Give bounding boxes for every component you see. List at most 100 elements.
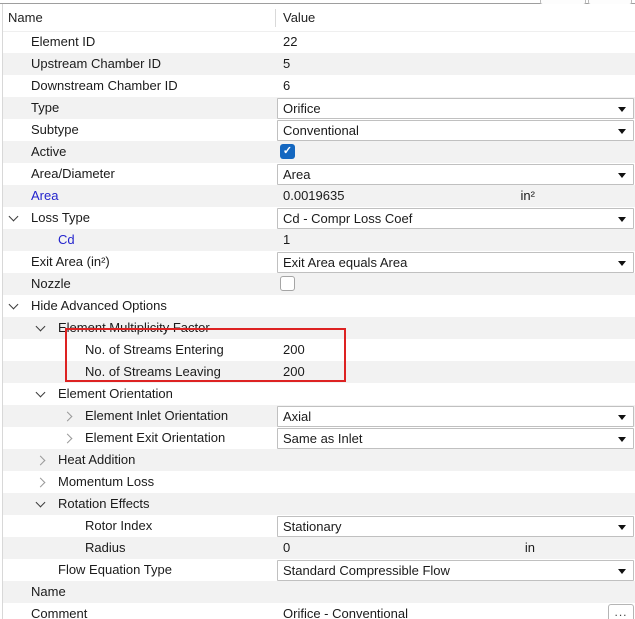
property-name-label: Cd bbox=[58, 229, 75, 251]
row-heat-addition: Heat Addition bbox=[3, 449, 635, 471]
dropdown-caret-icon[interactable] bbox=[618, 437, 626, 442]
name-cell: Element Orientation bbox=[3, 383, 277, 405]
chevron-right-icon[interactable] bbox=[36, 478, 46, 488]
value-cell: Axial bbox=[277, 405, 635, 427]
dropdown-caret-icon[interactable] bbox=[618, 173, 626, 178]
dropdown-selected-value: Cd - Compr Loss Coef bbox=[283, 209, 412, 228]
chevron-right-icon[interactable] bbox=[63, 412, 73, 422]
value-element-id[interactable]: 22 bbox=[283, 31, 297, 53]
column-divider[interactable] bbox=[275, 9, 276, 27]
name-cell: Comment bbox=[3, 603, 277, 619]
row-element-inlet-orientation: Element Inlet OrientationAxial bbox=[3, 405, 635, 427]
chevron-right-icon[interactable] bbox=[36, 456, 46, 466]
dropdown-caret-icon[interactable] bbox=[618, 569, 626, 574]
dropdown-selected-value: Stationary bbox=[283, 517, 342, 536]
value-no-of-streams-entering[interactable]: 200 bbox=[283, 339, 305, 361]
value-cell: 6 bbox=[277, 75, 635, 97]
value-downstream-chamber-id[interactable]: 6 bbox=[283, 75, 290, 97]
name-cell: Element Multiplicity Factor bbox=[3, 317, 277, 339]
row-element-id: Element ID 22 bbox=[3, 31, 635, 53]
value-cell: 5 bbox=[277, 53, 635, 75]
name-cell: Flow Equation Type bbox=[3, 559, 277, 581]
dropdown-exit-area-in[interactable]: Exit Area equals Area bbox=[277, 252, 634, 273]
value-cell: 0.0019635 in² bbox=[277, 185, 635, 207]
name-cell: Element Exit Orientation bbox=[3, 427, 277, 449]
chevron-down-icon[interactable] bbox=[36, 322, 46, 332]
dropdown-caret-icon[interactable] bbox=[618, 107, 626, 112]
row-name: Name bbox=[3, 581, 635, 603]
value-no-of-streams-leaving[interactable]: 200 bbox=[283, 361, 305, 383]
value-cell: Area bbox=[277, 163, 635, 185]
value-cd[interactable]: 1 bbox=[283, 229, 290, 251]
property-name-label: Exit Area (in²) bbox=[31, 251, 110, 273]
row-radius: Radius 0in bbox=[3, 537, 635, 559]
dropdown-caret-icon[interactable] bbox=[618, 217, 626, 222]
checkbox-nozzle[interactable] bbox=[280, 276, 295, 291]
dropdown-selected-value: Exit Area equals Area bbox=[283, 253, 407, 272]
row-hide-advanced-options: Hide Advanced Options bbox=[3, 295, 635, 317]
name-cell: Element Inlet Orientation bbox=[3, 405, 277, 427]
dropdown-caret-icon[interactable] bbox=[618, 261, 626, 266]
value-cell: Orifice bbox=[277, 97, 635, 119]
dropdown-caret-icon[interactable] bbox=[618, 415, 626, 420]
property-name-label: Name bbox=[31, 581, 66, 603]
property-name-label: Element Orientation bbox=[58, 383, 173, 405]
name-cell: Upstream Chamber ID bbox=[3, 53, 277, 75]
dropdown-type[interactable]: Orifice bbox=[277, 98, 634, 119]
value-comment[interactable]: Orifice - Conventional bbox=[283, 603, 408, 619]
dropdown-area-diameter[interactable]: Area bbox=[277, 164, 634, 185]
dropdown-element-inlet-orientation[interactable]: Axial bbox=[277, 406, 634, 427]
checkbox-active[interactable]: ✓ bbox=[280, 144, 295, 159]
value-radius[interactable]: 0 bbox=[283, 537, 290, 559]
property-name-label: Loss Type bbox=[31, 207, 90, 229]
dropdown-caret-icon[interactable] bbox=[618, 525, 626, 530]
name-cell: Element ID bbox=[3, 31, 277, 53]
name-column-header: Name bbox=[8, 4, 43, 31]
name-cell: Rotor Index bbox=[3, 515, 277, 537]
value-upstream-chamber-id[interactable]: 5 bbox=[283, 53, 290, 75]
name-cell: Area bbox=[3, 185, 277, 207]
chevron-down-icon[interactable] bbox=[9, 212, 19, 222]
property-name-label: Type bbox=[31, 97, 59, 119]
chevron-down-icon[interactable] bbox=[9, 300, 19, 310]
row-downstream-chamber-id: Downstream Chamber ID 6 bbox=[3, 75, 635, 97]
unit-label: in² bbox=[521, 185, 535, 207]
name-cell: No. of Streams Entering bbox=[3, 339, 277, 361]
name-cell: Hide Advanced Options bbox=[3, 295, 277, 317]
value-cell: Conventional bbox=[277, 119, 635, 141]
name-cell: Downstream Chamber ID bbox=[3, 75, 277, 97]
dropdown-selected-value: Standard Compressible Flow bbox=[283, 561, 450, 580]
chevron-right-icon[interactable] bbox=[63, 434, 73, 444]
property-name-label: No. of Streams Leaving bbox=[85, 361, 221, 383]
row-element-exit-orientation: Element Exit OrientationSame as Inlet bbox=[3, 427, 635, 449]
property-name-label: Rotation Effects bbox=[58, 493, 150, 515]
dropdown-subtype[interactable]: Conventional bbox=[277, 120, 634, 141]
property-name-label: Downstream Chamber ID bbox=[31, 75, 178, 97]
name-cell: Area/Diameter bbox=[3, 163, 277, 185]
row-momentum-loss: Momentum Loss bbox=[3, 471, 635, 493]
value-area[interactable]: 0.0019635 bbox=[283, 185, 344, 207]
dropdown-rotor-index[interactable]: Stationary bbox=[277, 516, 634, 537]
dropdown-element-exit-orientation[interactable]: Same as Inlet bbox=[277, 428, 634, 449]
name-cell: Exit Area (in²) bbox=[3, 251, 277, 273]
property-name-label: Momentum Loss bbox=[58, 471, 154, 493]
chevron-down-icon[interactable] bbox=[36, 388, 46, 398]
row-nozzle: Nozzle bbox=[3, 273, 635, 295]
dropdown-caret-icon[interactable] bbox=[618, 129, 626, 134]
value-cell bbox=[277, 471, 635, 493]
dropdown-flow-equation-type[interactable]: Standard Compressible Flow bbox=[277, 560, 634, 581]
value-cell: 22 bbox=[277, 31, 635, 53]
dropdown-loss-type[interactable]: Cd - Compr Loss Coef bbox=[277, 208, 634, 229]
property-name-label: Nozzle bbox=[31, 273, 71, 295]
name-cell: Heat Addition bbox=[3, 449, 277, 471]
property-name-label: No. of Streams Entering bbox=[85, 339, 224, 361]
chevron-down-icon[interactable] bbox=[36, 498, 46, 508]
value-cell bbox=[277, 317, 635, 339]
property-name-label: Heat Addition bbox=[58, 449, 135, 471]
value-cell: Stationary bbox=[277, 515, 635, 537]
value-cell: 0in bbox=[277, 537, 635, 559]
row-cd: Cd 1 bbox=[3, 229, 635, 251]
ellipsis-button[interactable]: ... bbox=[608, 604, 634, 619]
row-type: Type Orifice bbox=[3, 97, 635, 119]
property-name-label: Radius bbox=[85, 537, 125, 559]
